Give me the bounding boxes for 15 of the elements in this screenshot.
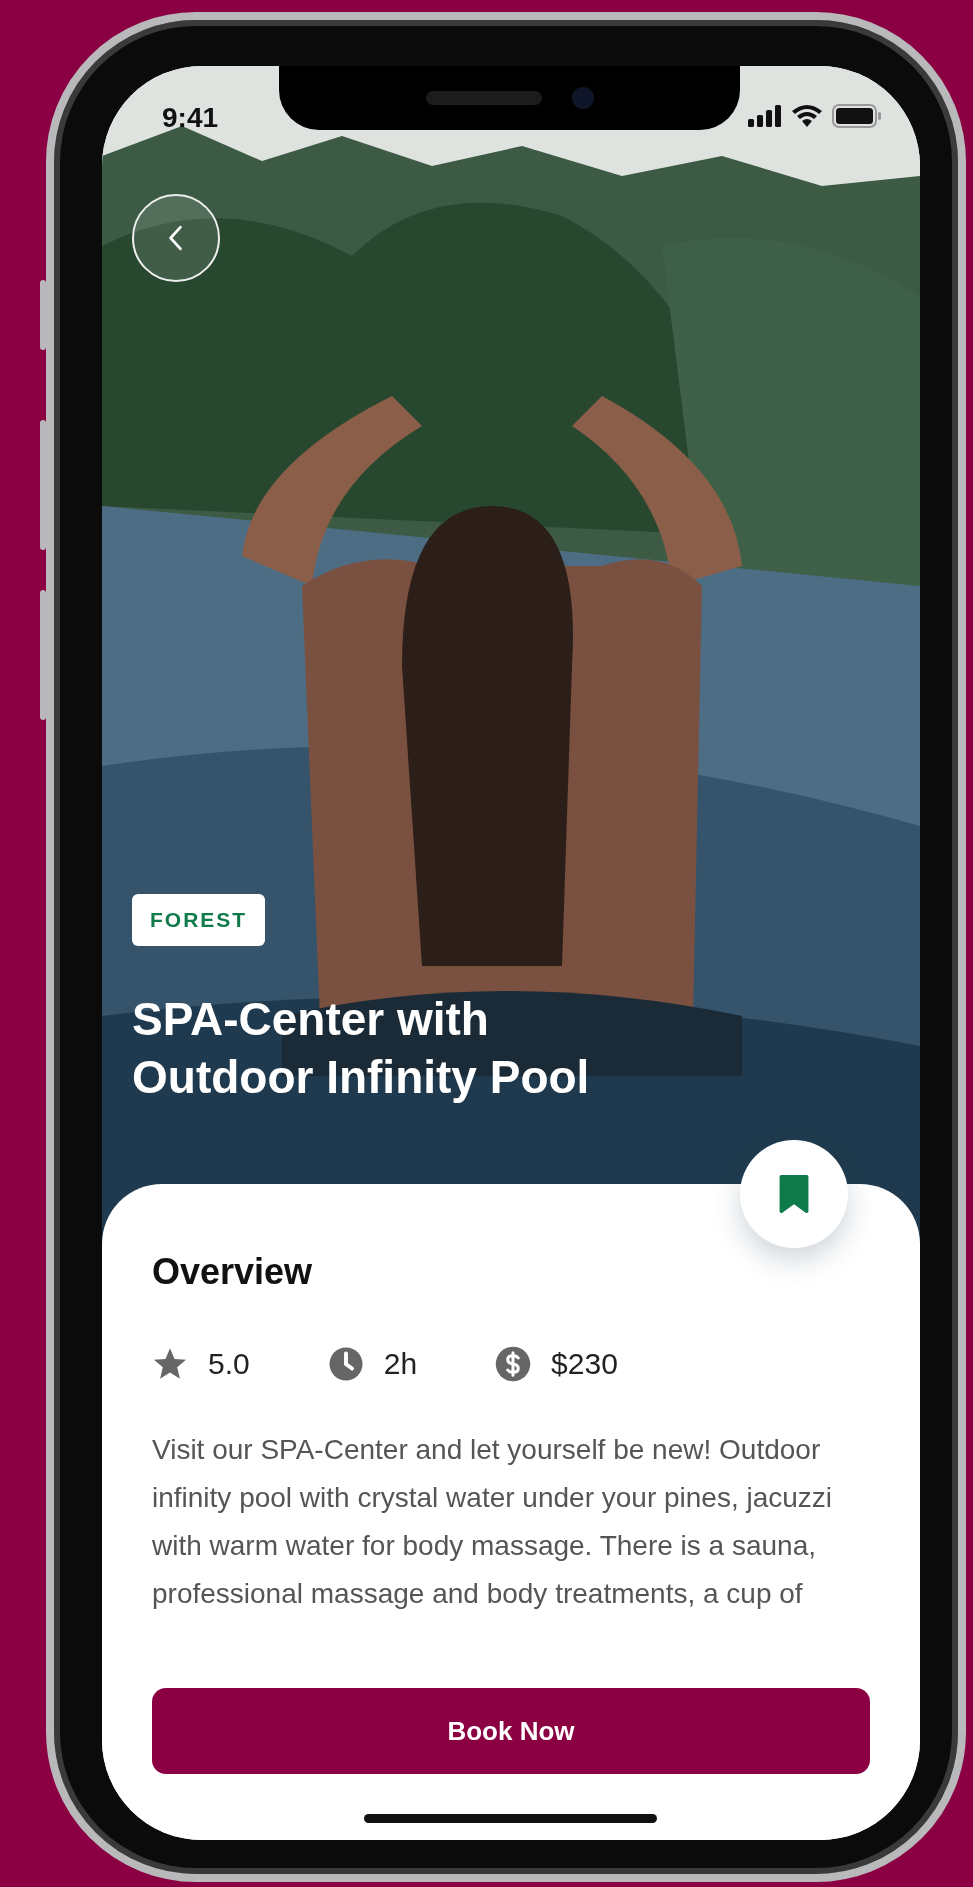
signal-icon <box>748 105 782 127</box>
clock-icon <box>327 1346 364 1382</box>
section-heading: Overview <box>152 1250 314 1294</box>
status-time: 9:41 <box>162 102 219 134</box>
place-title: SPA-Center with Outdoor Infinity Pool <box>132 992 591 1105</box>
battery-icon <box>832 104 882 128</box>
stat-value: $230 <box>551 1347 618 1381</box>
stat-value: 2h <box>383 1347 418 1381</box>
wifi-icon <box>792 105 822 127</box>
dollar-icon <box>495 1346 532 1382</box>
description-text: Visit our SPA-Center and let yourself be new! Outdoor infinity pool with crystal water under your pines, jacuzzi with warm water for body massage. There is a sauna, professional massage and body treatments, a cup of <box>152 1433 834 1611</box>
stat-value: 5.0 <box>208 1347 250 1381</box>
book-now-button[interactable]: Book Now <box>152 1688 870 1774</box>
chevron-left-icon <box>167 224 185 252</box>
category-tag: FOREST <box>132 894 266 946</box>
